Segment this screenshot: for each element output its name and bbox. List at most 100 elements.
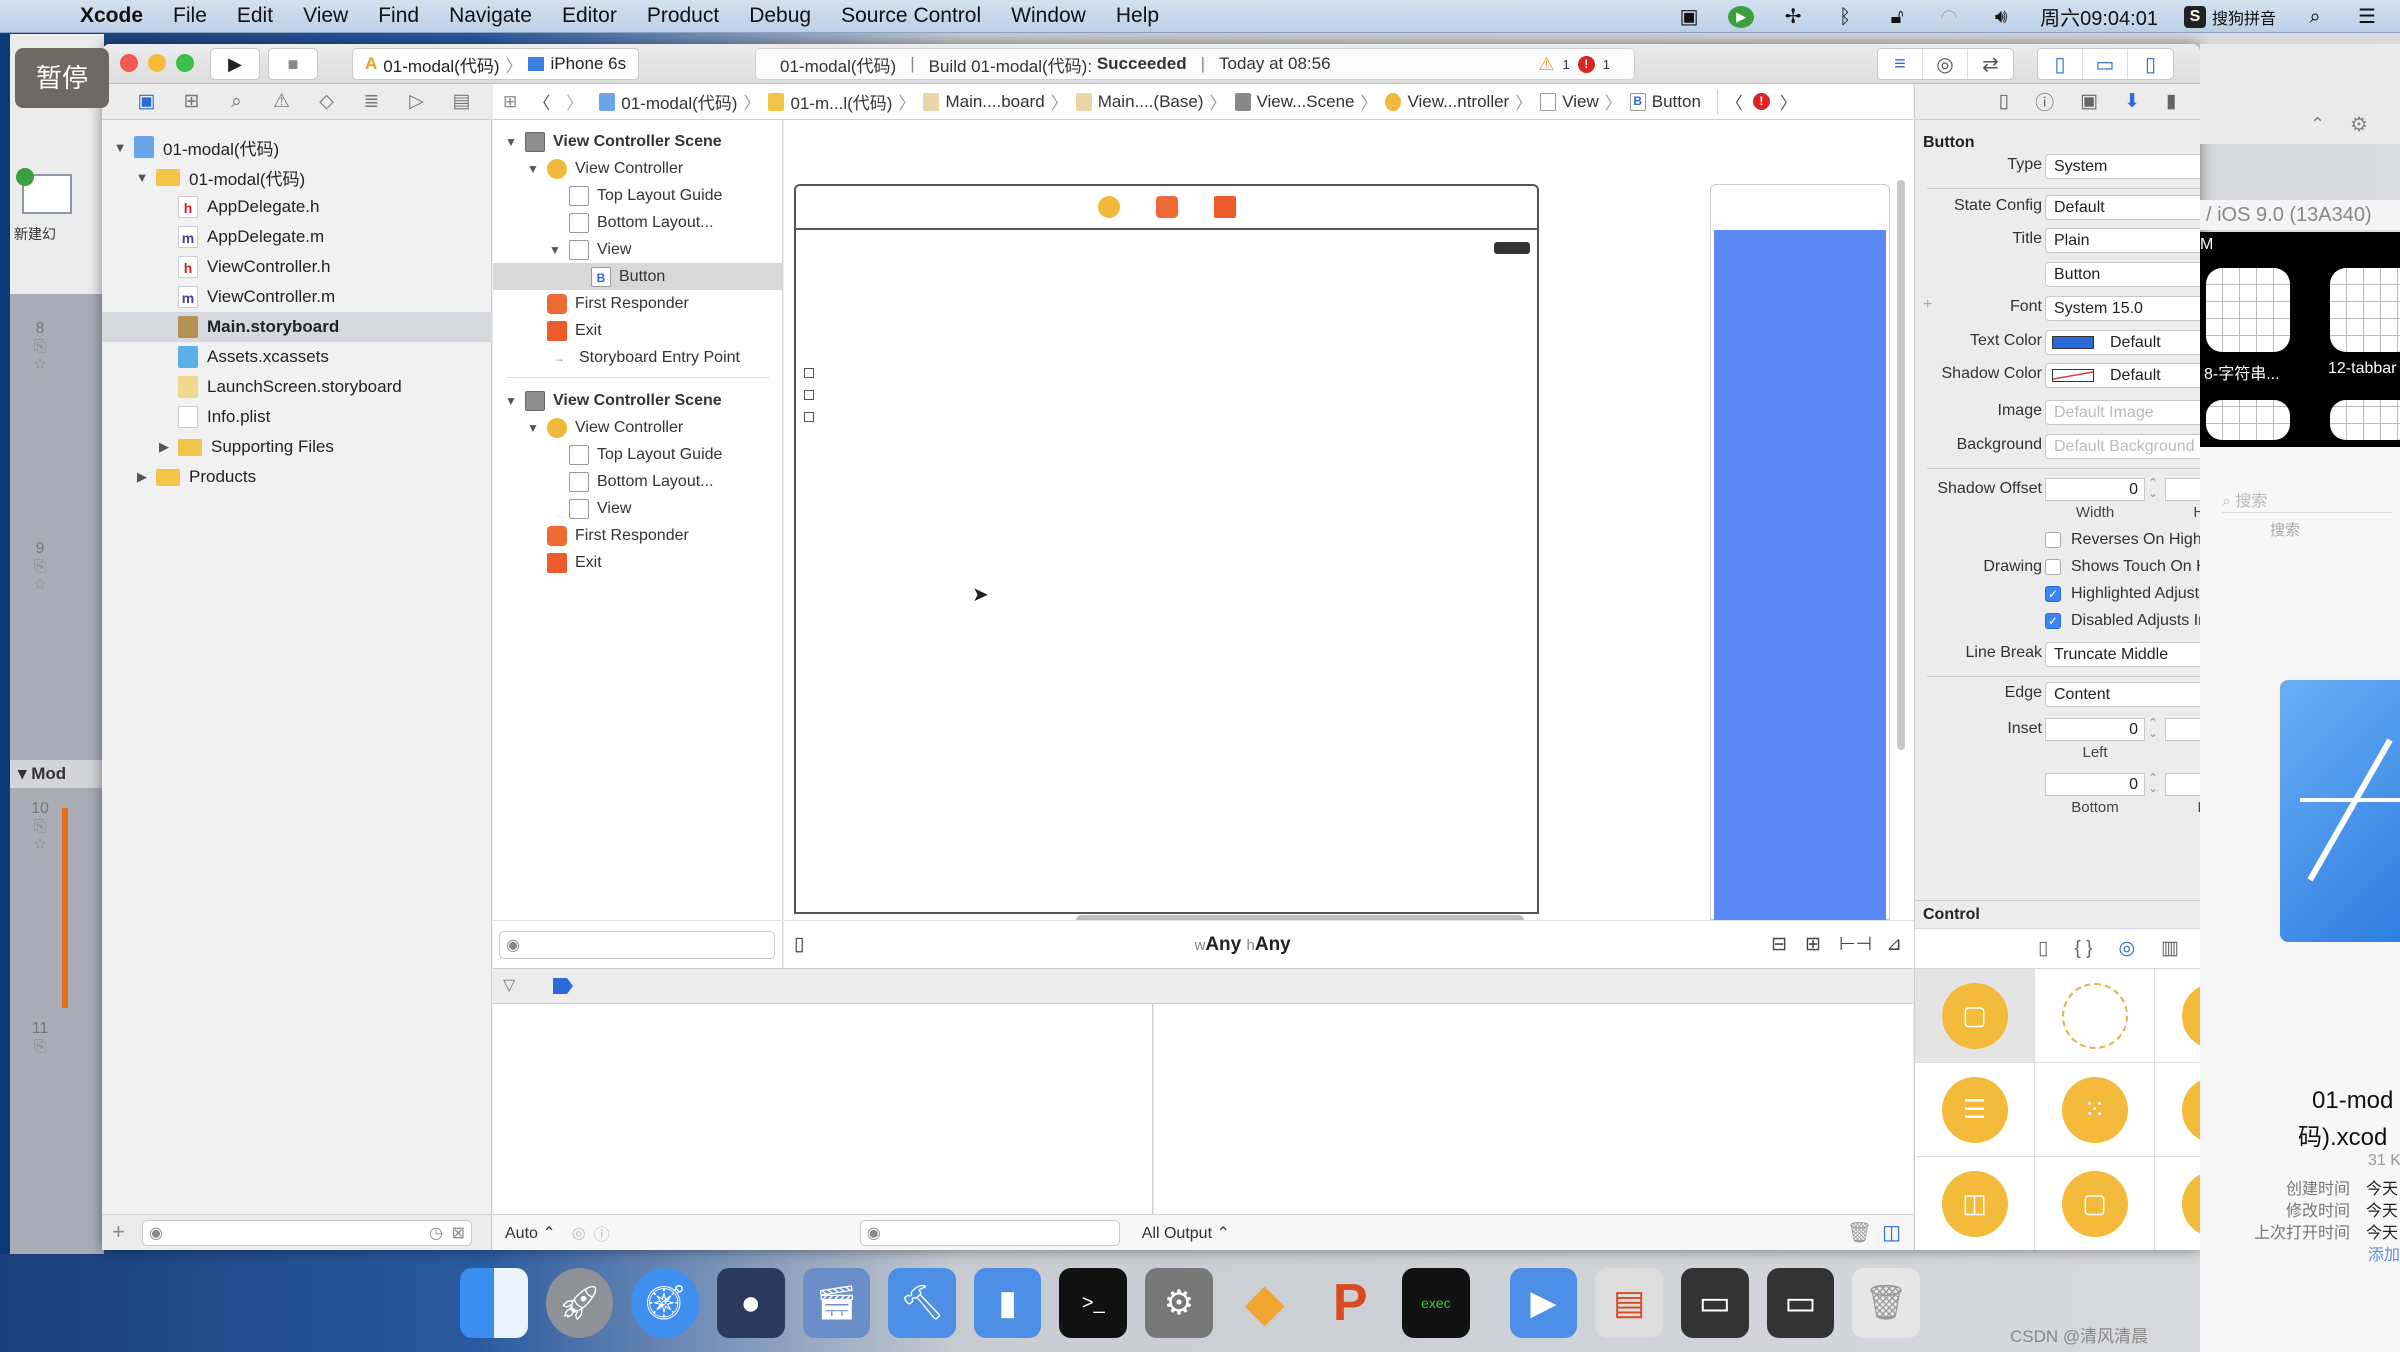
previous-issue-button[interactable]: 〈 bbox=[1716, 89, 1743, 114]
outline-item[interactable]: View bbox=[493, 495, 783, 522]
slide-11[interactable]: 11 ⎘ bbox=[10, 1020, 70, 1056]
dock-finder-icon[interactable] bbox=[460, 1268, 528, 1338]
highlighted-adjusts-image-checkbox[interactable]: ✓Highlighted Adjusts Image bbox=[2045, 585, 2200, 603]
issue-error-icon[interactable]: ! bbox=[1752, 93, 1770, 110]
scm-filter-icon[interactable]: ⊠ bbox=[452, 1223, 465, 1243]
back-button[interactable]: 〈 bbox=[533, 89, 550, 114]
shadow-offset-width[interactable]: 0 bbox=[2045, 478, 2145, 501]
toggle-debug-area-icon[interactable]: ▭ bbox=[2083, 49, 2128, 79]
outline-item[interactable]: ▼ View Controller Scene bbox=[493, 387, 783, 414]
assistant-editor-icon[interactable]: ◎ bbox=[1923, 49, 1968, 79]
inset-left-field[interactable]: 0 bbox=[2045, 718, 2145, 741]
checkbox[interactable] bbox=[2045, 559, 2061, 575]
reverses-on-highlight-checkbox[interactable]: Reverses On Highlight bbox=[2045, 531, 2200, 549]
identity-inspector-icon[interactable]: ▣ bbox=[2080, 90, 2098, 113]
zoom-window-button[interactable] bbox=[176, 54, 194, 72]
navigator-item[interactable]: h ViewController.h bbox=[102, 252, 492, 282]
split-console-icon[interactable]: ◫ bbox=[1882, 1220, 1901, 1245]
screen-record-icon[interactable]: ▣ bbox=[1676, 6, 1702, 28]
menu-window[interactable]: Window bbox=[1011, 4, 1086, 28]
file-template-library-icon[interactable]: ▯ bbox=[2038, 937, 2048, 960]
dock-simulator-icon[interactable]: ▮ bbox=[973, 1268, 1042, 1338]
selection-handle[interactable] bbox=[804, 412, 814, 422]
gear-icon[interactable]: ⚙ bbox=[2350, 112, 2368, 137]
library-item-storyboard-reference[interactable] bbox=[2035, 969, 2155, 1063]
dock-console-icon[interactable]: exec bbox=[1402, 1268, 1470, 1338]
bluetooth-icon[interactable]: ᛒ bbox=[1832, 6, 1858, 28]
library-item-glkit-view-controller[interactable]: ◉ bbox=[2155, 1157, 2200, 1250]
spotlight-search-icon[interactable]: ⌕ bbox=[2302, 6, 2328, 28]
outline-item[interactable]: Top Layout Guide bbox=[493, 441, 783, 468]
outline-item[interactable]: ▼ View Controller bbox=[493, 414, 783, 441]
disclosure-collapsed-icon[interactable]: ▶ bbox=[156, 439, 172, 455]
canvas-vertical-scrollbar[interactable] bbox=[1897, 180, 1905, 750]
menu-navigate[interactable]: Navigate bbox=[449, 4, 532, 28]
size-class-control[interactable]: wAny hAny bbox=[1194, 934, 1290, 956]
outline-item[interactable]: Bottom Layout... bbox=[493, 209, 783, 236]
media-library-icon[interactable]: ▥ bbox=[2161, 937, 2179, 960]
warning-count[interactable]: 1 bbox=[1563, 57, 1570, 72]
jump-bar-item[interactable]: 01-modal(代码) bbox=[599, 89, 737, 114]
dock-quicktime-icon[interactable]: ▶ bbox=[1509, 1268, 1578, 1338]
disclosure-expanded-icon[interactable]: ▼ bbox=[112, 140, 128, 155]
menu-app[interactable]: Xcode bbox=[80, 4, 143, 28]
stepper-icon[interactable]: ⌃ ⌄ bbox=[2147, 773, 2159, 796]
shadow-color-select[interactable]: Default⇕ bbox=[2045, 363, 2200, 388]
input-method[interactable]: S 搜狗拼音 bbox=[2183, 5, 2276, 29]
line-break-select[interactable]: Truncate Middle⇕ bbox=[2045, 642, 2200, 667]
dock-sketch-icon[interactable]: ◆ bbox=[1231, 1268, 1299, 1338]
exit-icon[interactable] bbox=[1213, 196, 1236, 218]
warning-icon[interactable]: ⚠ bbox=[1538, 54, 1554, 75]
minimize-window-button[interactable] bbox=[148, 54, 166, 72]
slide-10[interactable]: 10 ⎘ ☆ bbox=[10, 800, 70, 854]
navigator-item[interactable]: m AppDelegate.m bbox=[102, 222, 492, 252]
dock-system-preferences-icon[interactable]: ⚙ bbox=[1145, 1268, 1213, 1338]
add-tags-link[interactable]: 添加标 bbox=[2368, 1241, 2400, 1265]
volume-icon[interactable]: 🔊︎ bbox=[1988, 6, 2014, 28]
image-combo[interactable]: Default Image⌄ bbox=[2045, 400, 2200, 425]
project-navigator-icon[interactable]: ▣ bbox=[124, 90, 169, 113]
navigator-item[interactable]: ▶ Products bbox=[102, 462, 492, 492]
attributes-inspector-icon[interactable]: ⬇ bbox=[2124, 90, 2140, 113]
notification-center-icon[interactable]: ☰ bbox=[2354, 6, 2380, 28]
recent-files-icon[interactable]: ◷ bbox=[429, 1223, 443, 1243]
pause-overlay[interactable]: 暂停 bbox=[15, 48, 109, 108]
outline-item[interactable]: → Storyboard Entry Point bbox=[493, 344, 783, 371]
disclosure-expanded-icon[interactable]: ▼ bbox=[547, 243, 563, 257]
disclosure-collapsed-icon[interactable]: ▶ bbox=[134, 469, 150, 485]
jump-bar-item[interactable]: Main....board bbox=[923, 92, 1045, 112]
background-combo[interactable]: Default Background Image⌄ bbox=[2045, 434, 2200, 459]
navigator-item[interactable]: Info.plist bbox=[102, 402, 492, 432]
menu-edit[interactable]: Edit bbox=[237, 4, 273, 28]
stack-icon[interactable]: ⊟ bbox=[1771, 933, 1787, 956]
navigator-item[interactable]: m ViewController.m bbox=[102, 282, 492, 312]
jump-bar-item[interactable]: View bbox=[1540, 92, 1599, 112]
state-config-select[interactable]: Default⇕ bbox=[2045, 195, 2200, 220]
related-items-icon[interactable]: ⊞ bbox=[503, 92, 517, 112]
symbol-navigator-icon[interactable]: ⊞ bbox=[169, 90, 214, 113]
outline-item[interactable]: ▼ View Controller Scene bbox=[493, 128, 783, 155]
navigator-filter-input[interactable]: ◉ ◷ ⊠ bbox=[142, 1220, 472, 1246]
library-item-navigation-controller[interactable]: ‹ bbox=[2155, 969, 2200, 1063]
menu-source-control[interactable]: Source Control bbox=[841, 4, 981, 28]
toggle-navigator-icon[interactable]: ▯ bbox=[2038, 49, 2083, 79]
disclosure-expanded-icon[interactable]: ▼ bbox=[503, 135, 519, 149]
version-editor-icon[interactable]: ⇄ bbox=[1968, 49, 2013, 79]
navigator-item[interactable]: Main.storyboard bbox=[102, 312, 492, 342]
add-variation-icon[interactable]: + bbox=[1923, 296, 1932, 314]
dock-display-1-icon[interactable]: ▭ bbox=[1680, 1268, 1749, 1338]
dock-display-2-icon[interactable]: ▭ bbox=[1766, 1268, 1835, 1338]
view-controller-scene[interactable]: ➤ bbox=[794, 184, 1539, 914]
stop-button[interactable]: ■ bbox=[268, 48, 318, 80]
navigator-item[interactable]: ▼ 01-modal(代码) bbox=[102, 162, 492, 192]
resolve-issues-icon[interactable]: ⊿ bbox=[1886, 933, 1902, 956]
error-icon[interactable]: ! bbox=[1577, 55, 1595, 73]
checkbox[interactable] bbox=[2045, 532, 2061, 548]
breakpoint-navigator-icon[interactable]: ▷ bbox=[394, 90, 439, 113]
debug-navigator-icon[interactable]: ≣ bbox=[349, 90, 394, 113]
edge-select[interactable]: Content⇕ bbox=[2045, 682, 2200, 707]
second-scene-view[interactable] bbox=[1714, 230, 1886, 920]
selection-handle[interactable] bbox=[804, 390, 814, 400]
disclosure-expanded-icon[interactable]: ▼ bbox=[525, 421, 541, 435]
library-item-table-view-controller[interactable]: ☰ bbox=[1915, 1063, 2035, 1157]
